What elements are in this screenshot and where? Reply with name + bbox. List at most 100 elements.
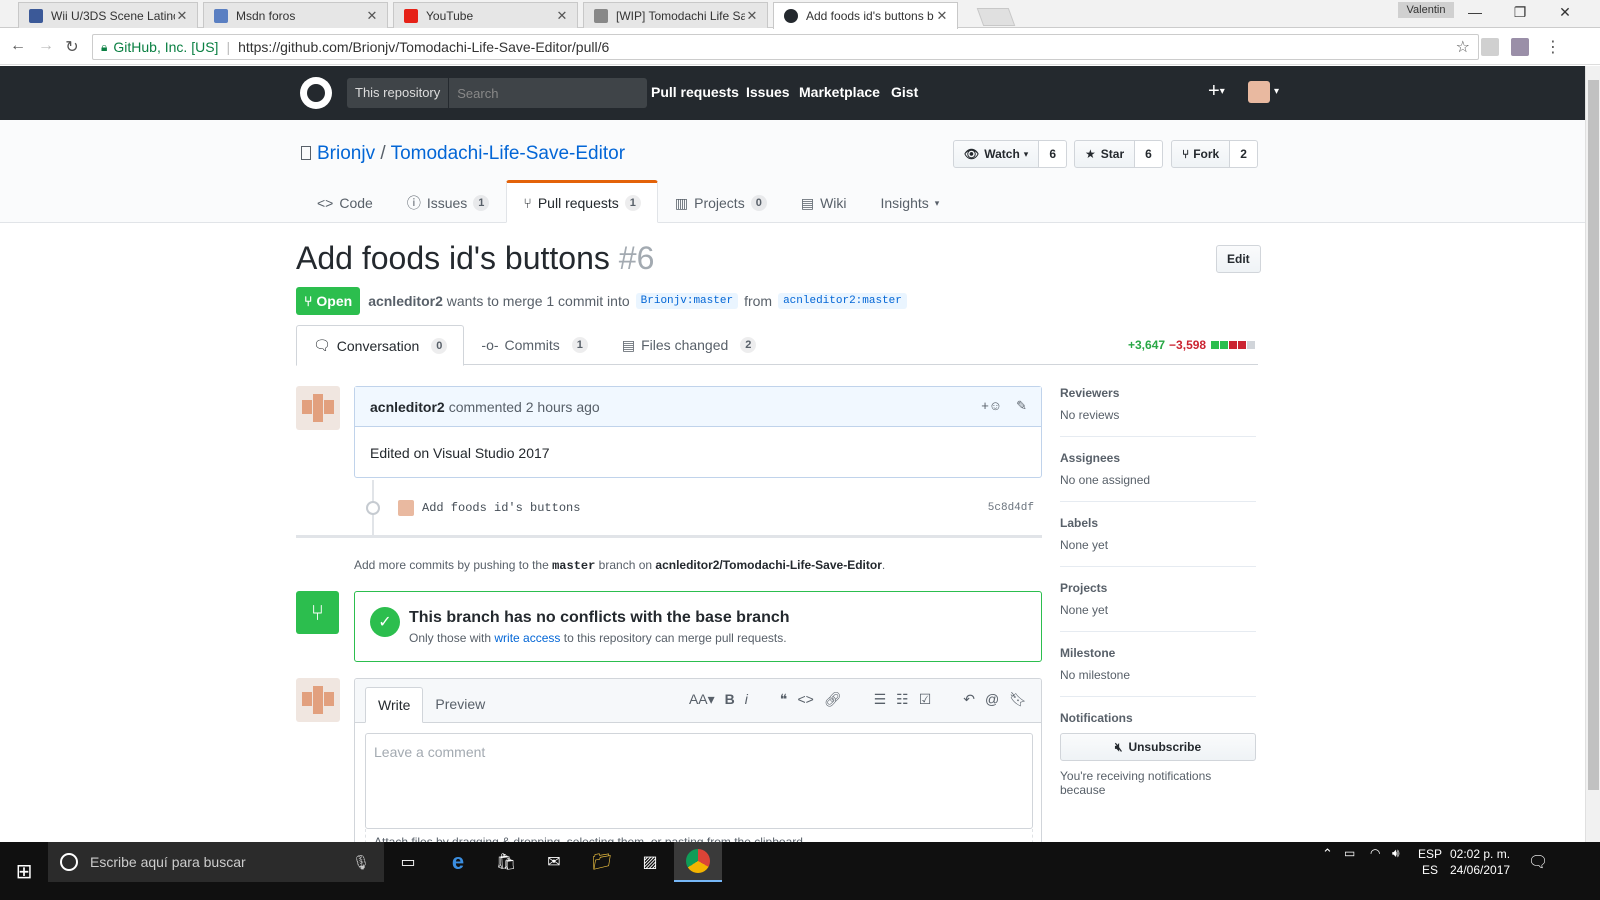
text-size-icon[interactable]: AA▾: [689, 691, 715, 708]
star-count[interactable]: 6: [1135, 140, 1163, 168]
tab-commits[interactable]: -o- Commits 1: [464, 325, 604, 365]
minimize-icon[interactable]: —: [1460, 4, 1490, 20]
tab-files-changed[interactable]: ▤ Files changed 2: [605, 325, 774, 365]
browser-tab-2[interactable]: Msdn foros ✕: [203, 2, 388, 28]
edge-browser-icon[interactable]: e: [444, 848, 472, 876]
sidebar-title[interactable]: Milestone: [1060, 646, 1256, 660]
commit-message[interactable]: Add foods id's buttons: [422, 501, 580, 515]
tab-insights[interactable]: Insights ▾: [864, 180, 957, 223]
header-nav-issues[interactable]: Issues: [746, 84, 790, 100]
close-icon[interactable]: ✕: [175, 8, 189, 24]
browser-tab-active[interactable]: Add foods id's buttons b ✕: [773, 2, 958, 29]
close-icon[interactable]: ✕: [935, 8, 949, 24]
caret-down-icon[interactable]: ▾: [1274, 86, 1279, 97]
avatar[interactable]: [398, 500, 414, 516]
comment-textarea[interactable]: Leave a comment: [365, 733, 1033, 829]
url-text[interactable]: https://github.com/Brionjv/Tomodachi-Lif…: [238, 39, 609, 55]
browser-tab-1[interactable]: Wii U/3DS Scene Latinoa ✕: [18, 2, 198, 28]
task-list-icon[interactable]: ☑: [919, 691, 932, 708]
extension-icon[interactable]: [1481, 38, 1499, 56]
star-button[interactable]: ★ Star: [1074, 140, 1136, 168]
commit-sha[interactable]: 5c8d4df: [988, 502, 1034, 514]
menu-icon[interactable]: ⋮: [1543, 37, 1563, 57]
header-nav-marketplace[interactable]: Marketplace: [799, 84, 880, 100]
avatar[interactable]: [296, 386, 340, 430]
search-input[interactable]: Search: [449, 86, 498, 101]
italic-icon[interactable]: i: [745, 691, 748, 708]
repo-owner-link[interactable]: Brionjv: [317, 143, 375, 164]
write-access-link[interactable]: write access: [494, 631, 560, 645]
tab-write[interactable]: Write: [365, 687, 424, 723]
sidebar-title[interactable]: Reviewers: [1060, 386, 1256, 400]
fork-count[interactable]: 2: [1230, 140, 1258, 168]
sidebar-title[interactable]: Assignees: [1060, 451, 1256, 465]
search-scope[interactable]: This repository: [347, 78, 450, 108]
store-icon[interactable]: 🛍︎: [492, 848, 520, 876]
site-identity[interactable]: GitHub, Inc. [US]: [113, 39, 218, 55]
reply-icon[interactable]: ↶: [963, 691, 975, 708]
wifi-icon[interactable]: ◠: [1370, 846, 1380, 860]
avatar[interactable]: [296, 678, 340, 722]
repo-name-link[interactable]: Tomodachi-Life-Save-Editor: [391, 143, 625, 164]
tab-code[interactable]: <> Code: [300, 180, 390, 223]
pencil-icon[interactable]: ✎: [1016, 398, 1027, 414]
sidebar-title[interactable]: Projects: [1060, 581, 1256, 595]
link-icon[interactable]: 🔗︎: [824, 691, 842, 708]
close-icon[interactable]: ✕: [365, 8, 379, 24]
mention-icon[interactable]: @: [985, 691, 999, 708]
sidebar-assignees[interactable]: Assignees No one assigned: [1060, 437, 1256, 502]
close-window-icon[interactable]: ✕: [1550, 4, 1580, 21]
browser-tab-3[interactable]: YouTube ✕: [393, 2, 578, 28]
tab-pull-requests[interactable]: ⑂ Pull requests 1: [506, 180, 658, 223]
extension-icon[interactable]: [1511, 38, 1529, 56]
forward-icon[interactable]: →: [36, 37, 56, 55]
taskbar-search-input[interactable]: Escribe aquí para buscar: [90, 854, 246, 870]
clock[interactable]: 02:02 p. m. 24/06/2017: [1450, 846, 1510, 878]
tab-issues[interactable]: ⓘ Issues 1: [390, 180, 507, 223]
new-tab-button[interactable]: [976, 8, 1016, 26]
comment-meta[interactable]: commented 2 hours ago: [449, 399, 600, 415]
reload-icon[interactable]: ↻: [62, 37, 82, 57]
base-branch[interactable]: Brionjv:master: [635, 293, 739, 309]
sidebar-milestone[interactable]: Milestone No milestone: [1060, 632, 1256, 697]
header-nav-pull-requests[interactable]: Pull requests: [651, 84, 739, 100]
fork-button[interactable]: ⑂ Fork: [1171, 140, 1231, 168]
avatar[interactable]: [1248, 81, 1270, 103]
mail-icon[interactable]: ✉: [540, 848, 568, 876]
scrollbar-thumb[interactable]: [1588, 80, 1599, 790]
header-nav-gist[interactable]: Gist: [891, 84, 918, 100]
app-icon[interactable]: ▨: [636, 848, 664, 876]
create-new-plus-icon[interactable]: +▾: [1208, 80, 1225, 103]
tab-wiki[interactable]: ▤ Wiki: [784, 180, 864, 223]
notification-center-icon[interactable]: 🗨︎: [1528, 852, 1548, 872]
sidebar-projects[interactable]: Projects None yet: [1060, 567, 1256, 632]
head-branch[interactable]: acnleditor2:master: [778, 293, 907, 309]
back-icon[interactable]: ←: [8, 37, 28, 55]
code-icon[interactable]: <>: [797, 691, 813, 708]
volume-icon[interactable]: 🔊︎: [1392, 846, 1400, 861]
comment-author[interactable]: acnleditor2: [370, 399, 445, 415]
chevron-up-icon[interactable]: ⌃: [1322, 846, 1333, 862]
sidebar-reviewers[interactable]: Reviewers No reviews: [1060, 386, 1256, 437]
chrome-taskbar-button[interactable]: [674, 842, 722, 882]
close-icon[interactable]: ✕: [555, 8, 569, 24]
add-reaction-icon[interactable]: +☺: [981, 398, 1002, 414]
task-view-icon[interactable]: ▭: [394, 848, 422, 876]
edit-button[interactable]: Edit: [1216, 245, 1261, 273]
watch-count[interactable]: 6: [1039, 140, 1068, 168]
pr-author-link[interactable]: acnleditor2: [368, 293, 443, 309]
bookmark-star-icon[interactable]: ☆: [1456, 37, 1470, 57]
taskbar-search[interactable]: Escribe aquí para buscar 🎙︎: [48, 842, 384, 882]
watch-button[interactable]: 👁︎ Watch ▾: [953, 140, 1040, 168]
windows-start-icon[interactable]: ⊞: [0, 851, 48, 891]
unsubscribe-button[interactable]: 🔇︎ Unsubscribe: [1060, 733, 1256, 761]
language-indicator[interactable]: ESP ES: [1418, 846, 1442, 878]
browser-tab-4[interactable]: [WIP] Tomodachi Life Sa ✕: [583, 2, 768, 28]
cortana-icon[interactable]: [60, 853, 78, 871]
sidebar-title[interactable]: Labels: [1060, 516, 1256, 530]
tab-projects[interactable]: ▥ Projects 0: [658, 180, 784, 223]
tab-preview[interactable]: Preview: [423, 686, 497, 722]
restore-icon[interactable]: ❐: [1505, 4, 1535, 21]
search-box[interactable]: This repository Search: [347, 78, 647, 108]
bulleted-list-icon[interactable]: ☰: [874, 691, 887, 708]
